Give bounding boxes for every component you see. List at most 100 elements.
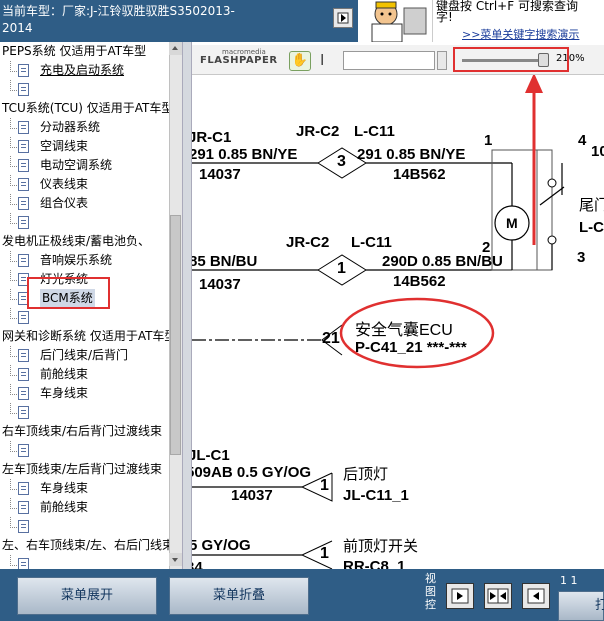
chevron-up-icon xyxy=(172,46,178,50)
wire-label: JL-C1 xyxy=(192,447,230,464)
search-demo-link[interactable]: >>菜单关键字搜索演示 xyxy=(462,26,579,42)
wire-label: L-C11 xyxy=(351,234,392,251)
next-arrow-button[interactable] xyxy=(333,8,353,28)
panel-right-icon xyxy=(451,588,469,604)
document-icon xyxy=(18,254,29,267)
pin-number: 2 xyxy=(482,239,491,256)
chevron-down-icon xyxy=(172,558,178,562)
tree-leaf-item[interactable] xyxy=(0,441,169,460)
tree-item-label: 前舱线束 xyxy=(40,367,89,381)
tree-item-label: PEPS系统 仅适用于AT车型 xyxy=(2,44,147,58)
annotation-arrow-head xyxy=(525,75,543,93)
tree-leaf-item[interactable]: 音响娱乐系统 xyxy=(0,251,169,270)
wire-label: 14B562 xyxy=(393,273,446,290)
wire-label: 85 BN/BU xyxy=(192,253,258,270)
document-icon xyxy=(18,159,29,172)
tree-item-label: 组合仪表 xyxy=(40,196,89,210)
document-icon xyxy=(18,311,29,324)
tree-leaf-item[interactable] xyxy=(0,555,169,569)
wire-label: 5 GY/OG xyxy=(192,537,251,554)
wire-label: JR-C2 xyxy=(286,234,330,251)
view-split-button[interactable] xyxy=(484,583,512,609)
tree-item-label: 仪表线束 xyxy=(40,177,89,191)
scroll-thumb[interactable] xyxy=(170,215,181,455)
component-connector: RR-C8_1 xyxy=(343,558,406,569)
tree-leaf-item[interactable]: 电动空调系统 xyxy=(0,156,169,175)
panel-splitter[interactable] xyxy=(182,42,192,569)
collapse-menu-button[interactable]: 菜单折叠 xyxy=(169,577,309,615)
motor-label: M xyxy=(506,215,518,231)
document-icon xyxy=(18,501,29,514)
text-select-tool-button[interactable]: I xyxy=(320,51,324,69)
wire-label: 291 0.85 BN/YE xyxy=(357,146,466,163)
tree-leaf-item[interactable]: 前舱线束 xyxy=(0,498,169,517)
wire-label: JR-C2 xyxy=(296,123,340,140)
search-tip-line-1: 键盘按 Ctrl+F 可搜索查询 xyxy=(436,0,578,13)
wire-label: 34 xyxy=(192,559,203,569)
document-icon xyxy=(18,482,29,495)
document-icon xyxy=(18,197,29,210)
tree-leaf-item[interactable]: 仪表线束 xyxy=(0,175,169,194)
tree-leaf-item[interactable] xyxy=(0,213,169,232)
tree-item-label: 前舱线束 xyxy=(40,500,89,514)
wire-label: L-C11 xyxy=(354,123,395,140)
component-connector: L-C xyxy=(579,219,604,236)
hand-tool-button[interactable]: ✋ xyxy=(289,51,311,71)
component-name: 前顶灯开关 xyxy=(343,538,419,555)
tree-leaf-item[interactable] xyxy=(0,403,169,422)
tree-leaf-item[interactable] xyxy=(0,80,169,99)
view-expand-right-button[interactable] xyxy=(446,583,474,609)
tree-item-label: 空调线束 xyxy=(40,139,89,153)
tree-leaf-item[interactable]: 后门线束/后背门 xyxy=(0,346,169,365)
print-button[interactable]: 打 xyxy=(558,591,604,621)
tree-leaf-item[interactable]: 组合仪表 xyxy=(0,194,169,213)
pin-number: 4 xyxy=(578,132,587,149)
mascot-icon xyxy=(371,1,427,43)
document-icon xyxy=(18,349,29,362)
connector-number: 1 xyxy=(320,477,329,494)
tree-leaf-item[interactable]: 车身线束 xyxy=(0,384,169,403)
flashpaper-logo: FLASHPAPER xyxy=(200,55,278,66)
connector-number: 21 xyxy=(322,330,340,347)
scroll-up-button[interactable] xyxy=(169,42,182,55)
wire-label: 14B562 xyxy=(393,166,446,183)
tree-group-item[interactable]: 右车顶线束/右后背门过渡线束 xyxy=(0,422,169,441)
tree-group-item[interactable]: TCU系统(TCU) 仅适用于AT车型 xyxy=(0,99,169,118)
pin-number: 10 xyxy=(591,143,604,160)
page-indicator: 1 1 xyxy=(560,574,578,587)
tree-group-item[interactable]: 发电机正极线束/蓄电池负、 xyxy=(0,232,169,251)
component-name: 尾门 xyxy=(579,197,604,214)
component-connector: JL-C11_1 xyxy=(343,487,409,504)
scroll-down-button[interactable] xyxy=(169,553,182,566)
text-cursor-icon: I xyxy=(320,51,325,69)
document-icon xyxy=(18,178,29,191)
wiring-diagram-page[interactable]: 3 1 21 1 1 M JR-C1 JR-C2 L-C11 291 0.85 … xyxy=(192,75,604,569)
tree-item-label: 车身线束 xyxy=(40,386,89,400)
tree-group-item[interactable]: 左车顶线束/左后背门过渡线束 xyxy=(0,460,169,479)
expand-menu-button[interactable]: 菜单展开 xyxy=(17,577,157,615)
tree-group-item[interactable]: 网关和诊断系统 仅适用于AT车型 xyxy=(0,327,169,346)
airbag-connector-label: P-C41_21 ***-*** xyxy=(355,339,467,356)
tree-group-item[interactable]: 左、右车顶线束/左、右后门线束 xyxy=(0,536,169,555)
view-expand-left-button[interactable] xyxy=(522,583,550,609)
mascot-image xyxy=(358,0,432,43)
tree-leaf-item[interactable]: 分动器系统 xyxy=(0,118,169,137)
tree-leaf-item[interactable] xyxy=(0,517,169,536)
tree-item-label: 电动空调系统 xyxy=(40,158,113,172)
pin-number: 1 xyxy=(484,132,493,149)
tree-item-label: TCU系统(TCU) 仅适用于AT车型 xyxy=(2,101,169,115)
tree-leaf-item[interactable]: 车身线束 xyxy=(0,479,169,498)
tree-leaf-item[interactable] xyxy=(0,308,169,327)
document-icon xyxy=(18,558,29,569)
document-icon xyxy=(18,406,29,419)
search-tip-line-2: 字! xyxy=(436,10,453,24)
tree-leaf-item[interactable]: 空调线束 xyxy=(0,137,169,156)
tree-leaf-item[interactable]: 充电及启动系统 xyxy=(0,61,169,80)
tree-leaf-item[interactable]: 前舱线束 xyxy=(0,365,169,384)
find-input[interactable] xyxy=(343,51,435,70)
tree-group-item[interactable]: PEPS系统 仅适用于AT车型 xyxy=(0,42,169,61)
panel-left-icon xyxy=(527,588,545,604)
document-icon xyxy=(18,83,29,96)
wire-label: 14037 xyxy=(231,487,273,504)
find-button[interactable] xyxy=(437,51,447,70)
